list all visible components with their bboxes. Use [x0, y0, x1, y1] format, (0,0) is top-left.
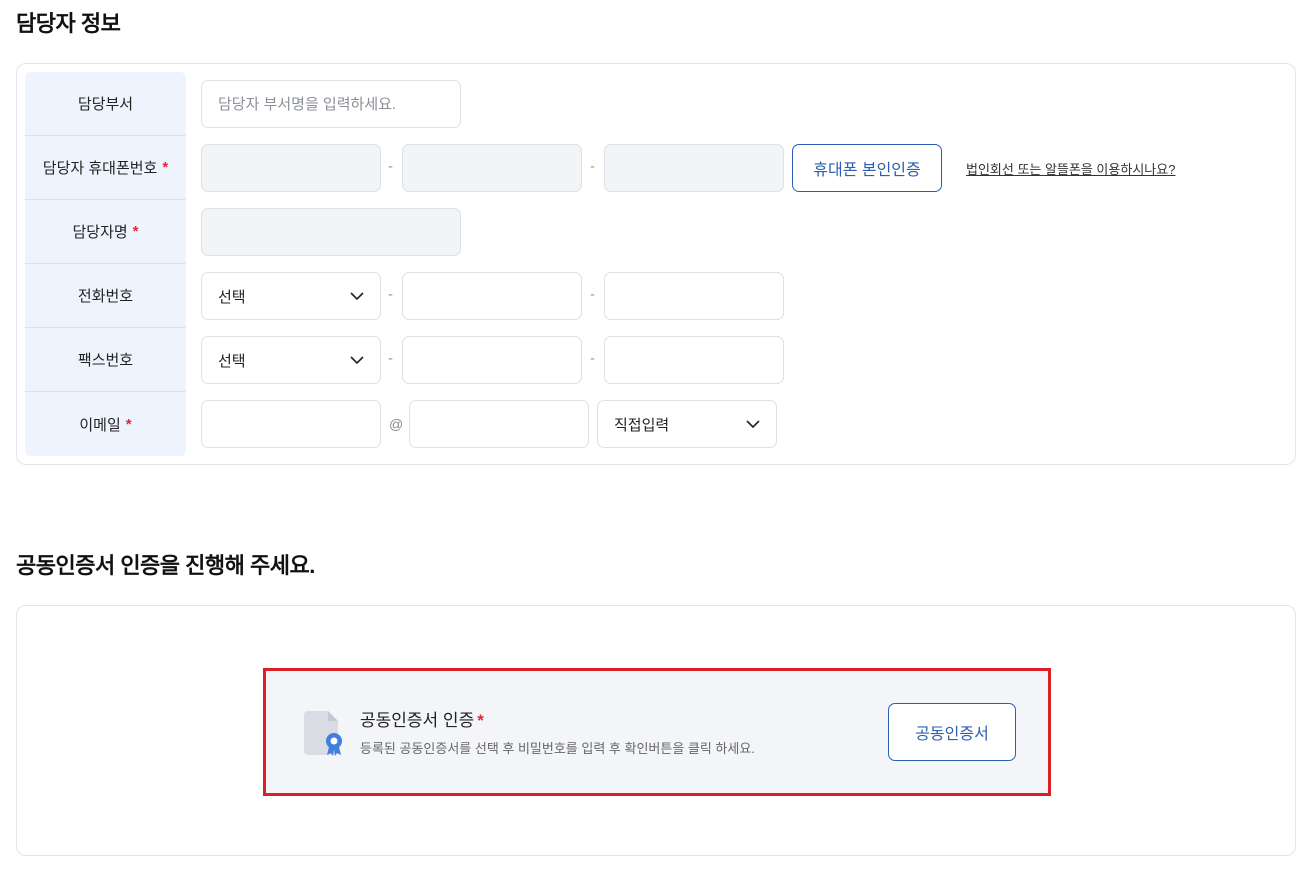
certificate-document-icon — [304, 711, 342, 756]
phone-area-select-value: 선택 — [218, 288, 246, 306]
mobile-verify-button[interactable]: 휴대폰 본인인증 — [792, 144, 942, 192]
chevron-down-icon — [746, 420, 760, 429]
cert-box-title: 공동인증서 인증 * — [360, 706, 484, 731]
label-fax: 팩스번호 — [25, 328, 186, 392]
cert-card: 공동인증서 인증 * 등록된 공동인증서를 선택 후 비밀번호를 입력 후 확인버… — [16, 605, 1296, 856]
department-input[interactable] — [201, 80, 461, 128]
at-sign: @ — [389, 416, 404, 432]
contact-section-title: 담당자 정보 — [16, 11, 121, 36]
label-email-text: 이메일 — [79, 416, 121, 434]
required-mark: * — [162, 159, 169, 176]
email-domain-input[interactable] — [409, 400, 589, 448]
contact-form-card: 담당부서 담당자 휴대폰번호* 담당자명* 전화번호 팩스번호 이메일* - -… — [16, 63, 1296, 465]
separator: - — [388, 158, 393, 175]
label-name-text: 담당자명 — [72, 224, 128, 241]
cert-box-title-text: 공동인증서 인증 — [360, 711, 475, 730]
chevron-down-icon — [350, 356, 364, 365]
phone-area-select[interactable]: 선택 — [201, 272, 381, 320]
label-email: 이메일 * — [25, 392, 186, 456]
cert-auth-box: 공동인증서 인증 * 등록된 공동인증서를 선택 후 비밀번호를 입력 후 확인버… — [263, 668, 1051, 796]
email-domain-select[interactable]: 직접입력 — [597, 400, 777, 448]
email-domain-select-value: 직접입력 — [614, 416, 670, 434]
label-name: 담당자명 * — [25, 200, 186, 264]
email-local-input[interactable] — [201, 400, 381, 448]
separator: - — [590, 350, 595, 367]
label-mobile-text: 담당자 휴대폰번호 — [42, 160, 158, 177]
separator: - — [388, 350, 393, 367]
cert-box-description: 등록된 공동인증서를 선택 후 비밀번호를 입력 후 확인버튼을 클릭 하세요. — [360, 741, 755, 756]
fax-part3-input[interactable] — [604, 336, 784, 384]
fax-area-select[interactable]: 선택 — [201, 336, 381, 384]
label-fax-text: 팩스번호 — [77, 352, 134, 369]
separator: - — [590, 158, 595, 175]
cert-section-title: 공동인증서 인증을 진행해 주세요. — [16, 553, 315, 578]
required-mark: * — [125, 415, 132, 433]
alt-mobile-link[interactable]: 법인회선 또는 알뜰폰을 이용하시나요? — [966, 159, 1175, 178]
fax-area-select-value: 선택 — [218, 352, 246, 370]
phone-part2-input[interactable] — [402, 272, 582, 320]
label-department: 담당부서 — [25, 72, 186, 136]
chevron-down-icon — [350, 292, 364, 301]
phone-part3-input[interactable] — [604, 272, 784, 320]
label-phone-text: 전화번호 — [77, 288, 134, 305]
label-phone: 전화번호 — [25, 264, 186, 328]
required-mark: * — [477, 711, 484, 730]
mobile-part3-input[interactable] — [604, 144, 784, 192]
separator: - — [590, 286, 595, 303]
required-mark: * — [132, 223, 139, 240]
contact-name-input[interactable] — [201, 208, 461, 256]
label-column: 담당부서 담당자 휴대폰번호 * 담당자명 * 전화번호 팩스번호 이메일 * — [25, 72, 186, 456]
label-mobile: 담당자 휴대폰번호 * — [25, 136, 186, 200]
mobile-part1-input[interactable] — [201, 144, 381, 192]
cert-button[interactable]: 공동인증서 — [888, 703, 1016, 761]
label-department-text: 담당부서 — [77, 96, 134, 113]
mobile-part2-input[interactable] — [402, 144, 582, 192]
separator: - — [388, 286, 393, 303]
fax-part2-input[interactable] — [402, 336, 582, 384]
